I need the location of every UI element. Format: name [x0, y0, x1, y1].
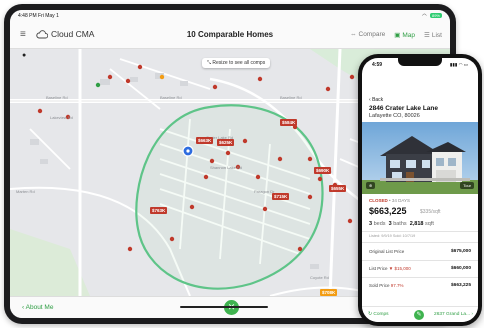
listing-status: CLOSED • 34 DAYS: [369, 198, 410, 203]
ipad-time-date: 4:48 PM Fri May 1: [18, 13, 59, 19]
status-badge: CLOSED: [369, 198, 388, 203]
photo-tour-button[interactable]: Tour: [460, 182, 474, 189]
divider: [362, 231, 478, 232]
photo-map-button[interactable]: ⊕: [366, 182, 376, 189]
back-button[interactable]: ‹ Back: [369, 97, 383, 103]
road-label: Coyote Rd: [310, 275, 329, 280]
pin-icon: [182, 145, 194, 157]
price-tag[interactable]: $715K: [272, 193, 290, 200]
divider: [362, 260, 478, 261]
price-tag[interactable]: $584K: [280, 119, 298, 126]
address-line-1: 2846 Crater Lake Lane: [369, 105, 439, 112]
map-tab[interactable]: ▣ Map: [394, 31, 415, 39]
price-tag[interactable]: $625K: [217, 139, 235, 146]
iphone-screen: 4:59 ▮▮▮ ◠ ▭ ‹ Back 2846 Crater Lake Lan…: [362, 58, 478, 322]
ipad-header: ≡ Cloud CMA 10 Comparable Homes ⇔ Compare…: [10, 22, 450, 49]
road-label: Baseline Rd: [160, 95, 182, 100]
wifi-icon: ◠: [422, 13, 427, 19]
price-tag[interactable]: $708K: [320, 289, 338, 296]
baths-value: 3: [388, 221, 392, 227]
price-row-value: $660,000: [450, 266, 471, 271]
divider: [362, 242, 478, 243]
price-per-sqft: $335/sqft: [420, 209, 441, 215]
chevron-right-icon: ›: [470, 312, 473, 317]
ipad-battery: ◠ 89%: [422, 13, 442, 19]
home-indicator: [180, 306, 268, 308]
price-tag[interactable]: $763K: [150, 207, 168, 214]
road-label: Lakeview Rd: [50, 115, 73, 120]
about-me-link[interactable]: ‹ About Me: [22, 304, 53, 311]
resize-comps-button[interactable]: ⤡ Resize to see all comps: [202, 58, 271, 68]
price-row-label: Original List Price: [369, 249, 405, 254]
list-tab[interactable]: ☰ List: [424, 31, 442, 39]
ipad-status-bar: 4:48 PM Fri May 1 ◠ 89%: [10, 10, 450, 22]
listing-stats: 3 beds 3 baths 2,818 sqft: [369, 221, 434, 227]
price-row-label: List Price ▼ $15,000: [369, 266, 411, 271]
beds-label: beds: [373, 221, 386, 227]
price-tag[interactable]: $663K: [196, 137, 214, 144]
price-row-value: $675,000: [450, 249, 471, 254]
price-tag[interactable]: $690K: [314, 167, 332, 174]
price-tag[interactable]: $655K: [329, 185, 347, 192]
battery-level: 89%: [429, 13, 442, 18]
property-photo[interactable]: ⊕ Tour: [362, 122, 478, 194]
road-label: Baseline Rd: [280, 95, 302, 100]
map-icon: ▣: [394, 32, 401, 39]
road-label: Marten Rd: [16, 189, 35, 194]
phone-notch: [398, 58, 442, 66]
list-icon: ☰: [424, 32, 430, 39]
resize-icon: ⤡: [207, 60, 212, 66]
next-comp-link[interactable]: 2637 Grand La... ›: [434, 312, 473, 317]
comps-link[interactable]: ↻ Comps: [368, 312, 389, 317]
price-row-value: $663,225: [450, 283, 471, 288]
divider: [362, 277, 478, 278]
road-label: Shannon Lake Rd: [210, 165, 243, 170]
phone-signal: ▮▮▮ ◠ ▭: [449, 62, 468, 67]
price-row-label: Sold Price 97.7%: [369, 283, 404, 288]
baths-label: baths: [393, 221, 407, 227]
info-icon[interactable]: ●: [22, 52, 26, 59]
pencil-icon: ✎: [416, 312, 422, 318]
beds-value: 3: [369, 221, 373, 227]
listing-price: $663,225: [369, 206, 407, 216]
sqft-value: 2,818: [409, 221, 424, 227]
compare-icon: ⇔: [350, 31, 357, 38]
sqft-label: sqft: [425, 221, 434, 227]
road-label: Baseline Rd: [46, 95, 68, 100]
compare-tab[interactable]: ⇔ Compare: [350, 31, 385, 39]
price-change: ▼ $15,000: [388, 266, 411, 271]
view-switcher: ⇔ Compare ▣ Map ☰ List: [350, 31, 442, 39]
days-on-market: • 34 DAYS: [389, 198, 411, 203]
listed-sold-dates: Listed: 9/9/19 Sold: 10/7/19: [369, 234, 416, 238]
phone-footer: ↻ Comps ✎ 2637 Grand La... ›: [362, 306, 478, 322]
address-line-2: Lafayette CO, 80026: [369, 113, 420, 119]
chevron-left-icon: ‹: [22, 304, 25, 311]
edit-button[interactable]: ✎: [414, 310, 424, 320]
sold-ratio: 97.7%: [390, 283, 404, 288]
phone-time: 4:59: [372, 62, 383, 68]
map-icon: ⊕: [369, 183, 373, 188]
iphone-device: 4:59 ▮▮▮ ◠ ▭ ‹ Back 2846 Crater Lake Lan…: [358, 54, 482, 326]
